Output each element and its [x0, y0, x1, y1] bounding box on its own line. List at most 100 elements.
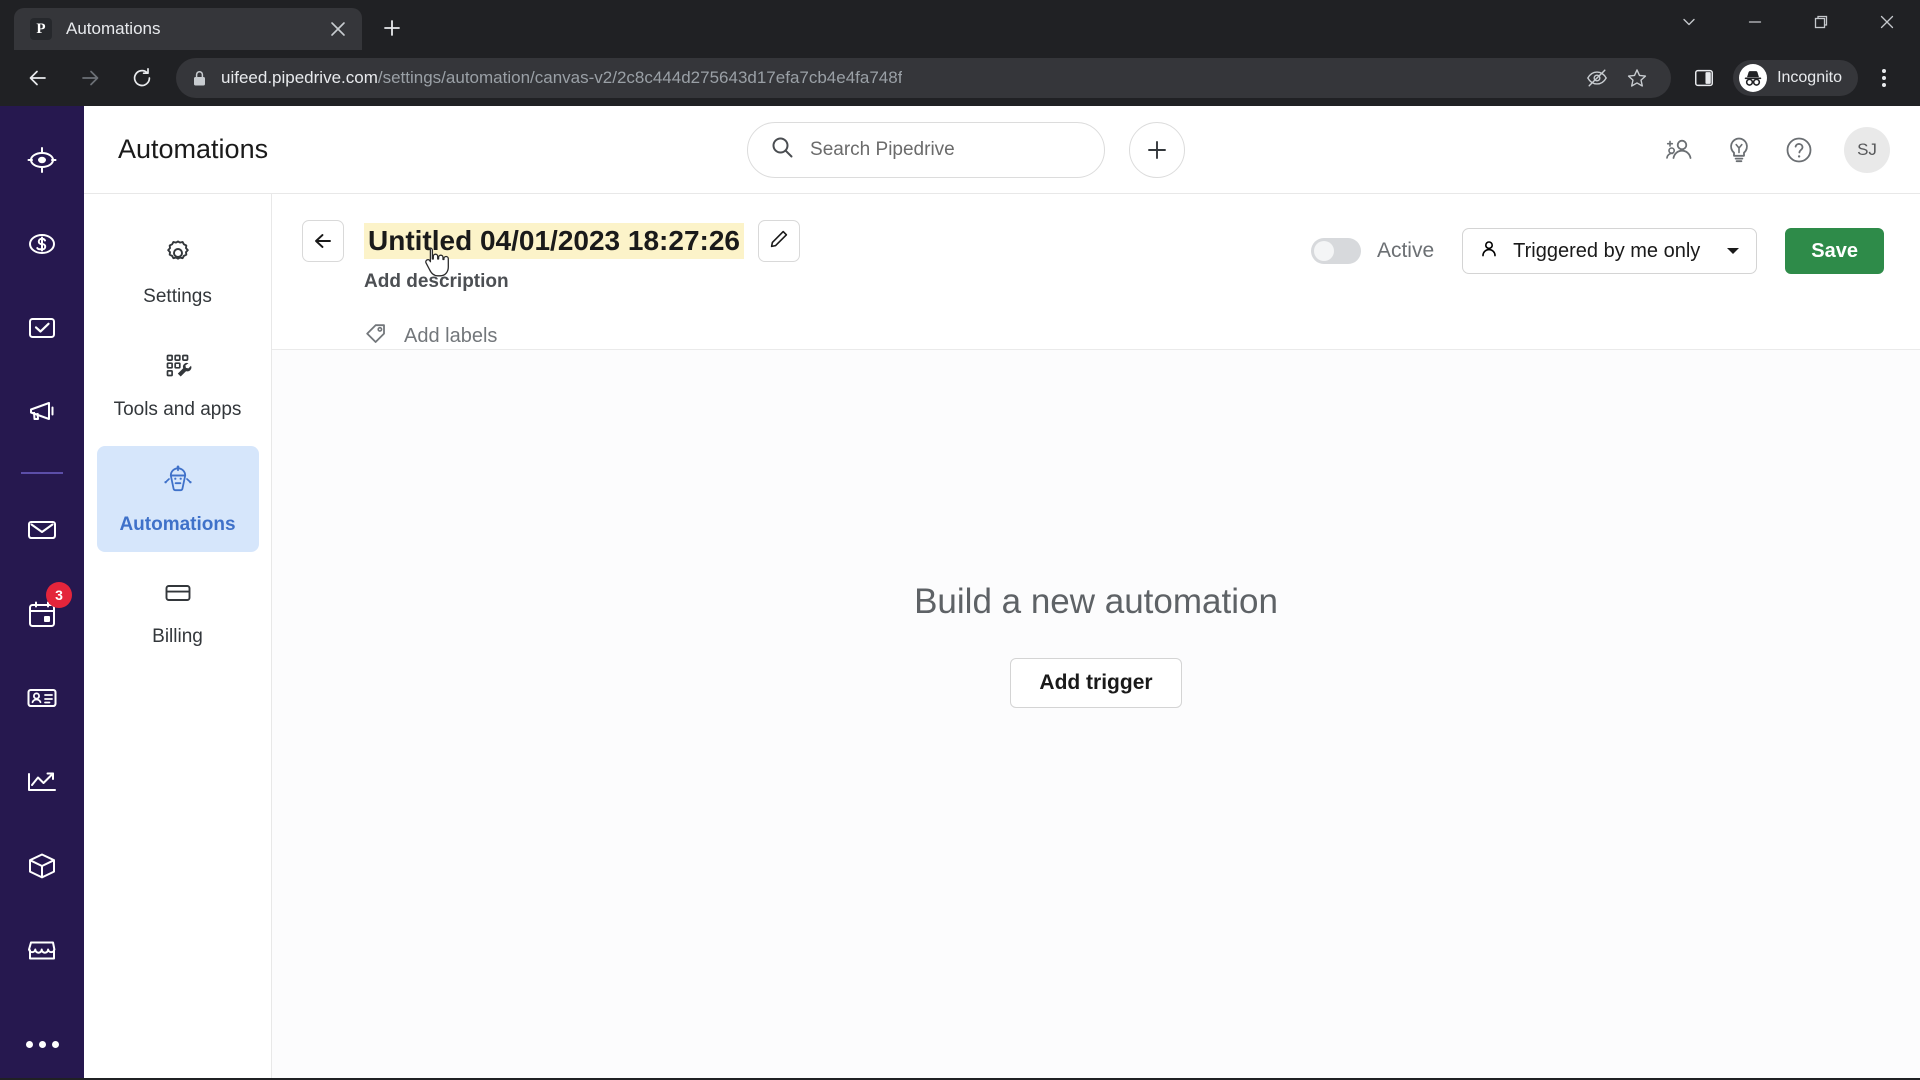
add-labels-button[interactable]: Add labels [364, 322, 800, 351]
sidebar-item-label: Settings [143, 286, 212, 307]
storefront-icon [25, 933, 59, 972]
sidebar-item-billing[interactable]: Billing [97, 560, 259, 665]
global-nav-rail: 3 [0, 106, 84, 1078]
trigger-visibility-value: Triggered by me only [1513, 239, 1701, 262]
automation-title-row: Untitled 04/01/2023 18:27:26 [302, 220, 800, 262]
sidebar-item-calendar[interactable]: 3 [14, 582, 72, 644]
person-icon [1479, 239, 1499, 264]
page-body: 3 Automations Search Pipedrive SJ Settin… [0, 106, 1920, 1078]
chevron-down-icon [1726, 246, 1740, 256]
sidebar-item-settings[interactable]: Settings [97, 220, 259, 325]
pipedrive-favicon-icon: P [30, 18, 52, 40]
window-controls [1656, 0, 1920, 44]
robot-icon [162, 464, 194, 501]
active-toggle-label: Active [1376, 239, 1435, 262]
minimize-icon[interactable] [1722, 0, 1788, 44]
contact-card-icon [25, 681, 59, 720]
add-user-icon[interactable] [1664, 135, 1694, 165]
sidebar-item-label: Billing [152, 626, 203, 648]
add-description-button[interactable]: Add description [364, 271, 800, 293]
quick-add-button[interactable] [1129, 121, 1186, 178]
tab-close-icon[interactable] [324, 15, 352, 43]
sidebar-item-label: Automations [119, 513, 236, 535]
envelope-icon [25, 513, 59, 552]
tag-icon [364, 322, 388, 351]
edit-name-button[interactable] [757, 220, 800, 262]
side-panel-icon[interactable] [1684, 58, 1724, 98]
maximize-icon[interactable] [1788, 0, 1854, 44]
add-labels-label: Add labels [404, 325, 498, 347]
new-tab-button[interactable] [372, 8, 412, 48]
browser-back-icon[interactable] [18, 58, 58, 98]
active-toggle[interactable] [1310, 238, 1361, 264]
search-icon [770, 135, 794, 164]
search-input[interactable]: Search Pipedrive [747, 121, 1106, 178]
trend-chart-icon [25, 765, 59, 804]
pencil-icon [769, 229, 789, 254]
avatar[interactable]: SJ [1844, 126, 1890, 173]
save-button[interactable]: Save [1785, 228, 1884, 274]
sidebar-item-automations[interactable]: Automations [96, 445, 259, 553]
sidebar-item-contacts[interactable] [14, 672, 70, 728]
browser-tab[interactable]: P Automations [14, 8, 362, 50]
sidebar-more-icon[interactable] [25, 1041, 59, 1048]
content-column: Automations Search Pipedrive SJ Settings… [84, 106, 1920, 1078]
sidebar-item-deals[interactable] [14, 218, 70, 274]
automation-canvas[interactable]: Build a new automation Add trigger [272, 350, 1920, 1078]
sidebar-item-insights[interactable] [14, 756, 70, 812]
sidebar-item-campaigns[interactable] [14, 386, 70, 442]
grid-wrench-icon [163, 351, 193, 386]
calendar-badge: 3 [46, 582, 72, 608]
back-button[interactable] [302, 220, 344, 262]
sidebar-item-label: Tools and apps [113, 398, 242, 420]
trigger-visibility-select[interactable]: Triggered by me only [1462, 228, 1758, 274]
browser-forward-icon[interactable] [70, 58, 110, 98]
below-header: Settings Tools and apps Automations Bill… [84, 194, 1920, 1078]
url-host: uifeed.pipedrive.com [221, 68, 378, 87]
header-actions: SJ [1664, 126, 1890, 173]
page-title: Automations [118, 134, 269, 164]
search-placeholder: Search Pipedrive [810, 138, 955, 160]
question-mark-icon[interactable] [1784, 135, 1814, 165]
rail-divider [21, 472, 63, 474]
tab-strip: P Automations [0, 0, 1920, 50]
checkbox-icon [25, 311, 59, 350]
automation-title-block: Untitled 04/01/2023 18:27:26 Add descrip… [302, 220, 800, 351]
address-bar[interactable]: uifeed.pipedrive.com/settings/automation… [176, 58, 1672, 98]
incognito-indicator[interactable]: Incognito [1733, 60, 1858, 96]
app-header: Automations Search Pipedrive SJ [84, 106, 1920, 194]
sidebar-item-marketplace[interactable] [14, 924, 70, 980]
url-path: /settings/automation/canvas-v2/2c8c444d2… [377, 68, 903, 87]
lightbulb-icon[interactable] [1724, 135, 1754, 165]
dollar-circle-icon [25, 227, 59, 266]
automation-toolbar: Untitled 04/01/2023 18:27:26 Add descrip… [272, 194, 1920, 350]
canvas-empty-heading: Build a new automation [914, 582, 1278, 621]
add-trigger-button[interactable]: Add trigger [1010, 658, 1182, 708]
url-text: uifeed.pipedrive.com/settings/automation… [221, 68, 902, 88]
sidebar-item-tools-and-apps[interactable]: Tools and apps [97, 333, 259, 438]
automation-name[interactable]: Untitled 04/01/2023 18:27:26 [364, 223, 744, 259]
incognito-label: Incognito [1777, 69, 1842, 86]
sidebar-item-leads[interactable] [14, 134, 70, 190]
eye-off-icon[interactable] [1579, 60, 1615, 96]
tab-search-icon[interactable] [1656, 0, 1722, 44]
sidebar-item-mail[interactable] [14, 504, 70, 560]
browser-menu-icon[interactable] [1864, 58, 1904, 98]
target-icon [25, 143, 59, 182]
sidebar-item-activities[interactable] [14, 302, 70, 358]
lock-icon [192, 70, 207, 87]
sidebar-item-products[interactable] [14, 840, 70, 896]
omnibox-actions [1575, 60, 1655, 96]
tab-title: Automations [66, 19, 161, 38]
credit-card-icon [163, 578, 193, 613]
box-icon [25, 849, 59, 888]
browser-chrome: P Automations uifeed.pipedrive.com/setti… [0, 0, 1920, 106]
incognito-icon [1739, 64, 1768, 92]
window-close-icon[interactable] [1854, 0, 1920, 44]
browser-reload-icon[interactable] [122, 58, 162, 98]
settings-nav: Settings Tools and apps Automations Bill… [84, 194, 272, 1078]
browser-toolbar: uifeed.pipedrive.com/settings/automation… [0, 50, 1920, 106]
search-area: Search Pipedrive [747, 121, 1186, 178]
star-icon[interactable] [1619, 60, 1655, 96]
automation-actions: Active Triggered by me only Save [1310, 220, 1884, 274]
